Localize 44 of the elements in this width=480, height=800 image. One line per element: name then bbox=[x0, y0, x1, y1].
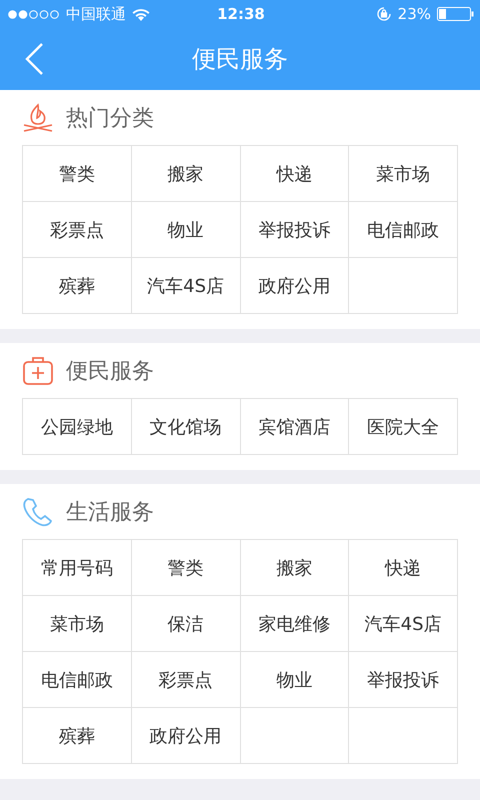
category-item[interactable]: 搬家 bbox=[132, 146, 240, 202]
wifi-icon bbox=[132, 8, 150, 20]
category-item[interactable]: 汽车4S店 bbox=[349, 596, 458, 652]
rotation-lock-icon bbox=[376, 6, 392, 22]
category-item[interactable]: 搬家 bbox=[240, 540, 350, 596]
battery-percent: 23% bbox=[398, 5, 431, 23]
category-item[interactable]: 殡葬 bbox=[23, 708, 132, 764]
category-item[interactable]: 快递 bbox=[240, 146, 350, 202]
battery-icon bbox=[437, 7, 474, 21]
section-title: 便民服务 bbox=[66, 358, 154, 386]
category-item[interactable]: 保洁 bbox=[132, 596, 240, 652]
medical-kit-icon bbox=[22, 356, 54, 386]
category-item[interactable]: 警类 bbox=[132, 540, 240, 596]
category-item[interactable]: 电信邮政 bbox=[349, 202, 458, 258]
signal-icon bbox=[8, 10, 60, 18]
category-item[interactable]: 电信邮政 bbox=[23, 652, 132, 708]
category-item[interactable]: 警类 bbox=[23, 146, 132, 202]
category-item[interactable]: 彩票点 bbox=[23, 202, 132, 258]
category-item[interactable]: 菜市场 bbox=[349, 146, 458, 202]
category-item[interactable]: 医院大全 bbox=[349, 399, 458, 455]
category-item[interactable]: 宾馆酒店 bbox=[240, 399, 350, 455]
category-item[interactable]: 举报投诉 bbox=[240, 202, 350, 258]
category-item[interactable]: 菜市场 bbox=[23, 596, 132, 652]
category-item[interactable]: 举报投诉 bbox=[349, 652, 458, 708]
page-title: 便民服务 bbox=[192, 44, 288, 75]
category-item[interactable]: 家电维修 bbox=[240, 596, 350, 652]
flame-icon bbox=[22, 102, 54, 132]
carrier-name: 中国联通 bbox=[66, 4, 126, 24]
section-title: 热门分类 bbox=[66, 104, 154, 132]
category-item[interactable]: 快递 bbox=[349, 540, 458, 596]
status-time: 12:38 bbox=[217, 5, 265, 23]
phone-icon bbox=[22, 496, 54, 526]
category-item[interactable]: 政府公用 bbox=[132, 708, 240, 764]
category-item[interactable]: 殡葬 bbox=[23, 258, 132, 314]
category-item[interactable]: 政府公用 bbox=[240, 258, 350, 314]
category-item[interactable]: 公园绿地 bbox=[23, 399, 132, 455]
category-item[interactable]: 文化馆场 bbox=[132, 399, 240, 455]
category-item[interactable]: 物业 bbox=[240, 652, 350, 708]
category-item[interactable]: 常用号码 bbox=[23, 540, 132, 596]
category-item[interactable]: 物业 bbox=[132, 202, 240, 258]
back-icon[interactable] bbox=[24, 42, 44, 76]
category-item[interactable]: 汽车4S店 bbox=[132, 258, 240, 314]
category-item[interactable]: 彩票点 bbox=[132, 652, 240, 708]
section-title: 生活服务 bbox=[66, 498, 154, 526]
